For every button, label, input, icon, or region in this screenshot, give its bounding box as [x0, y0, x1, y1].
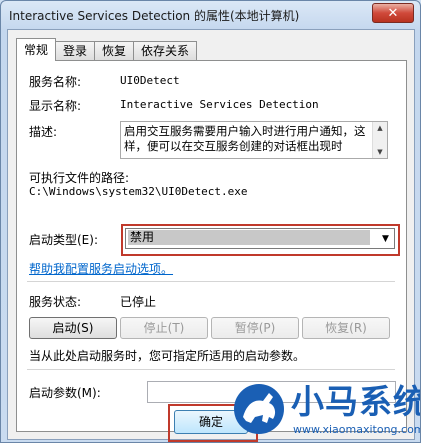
exe-path-label: 可执行文件的路径: — [29, 171, 130, 185]
help-config-link[interactable]: 帮助我配置服务启动选项。 — [29, 260, 173, 277]
chevron-down-icon[interactable]: ▼ — [377, 229, 394, 248]
service-name-value: UI0Detect — [120, 74, 180, 87]
display-name-value: Interactive Services Detection — [120, 98, 319, 111]
properties-window: Interactive Services Detection 的属性(本地计算机… — [0, 0, 421, 443]
tab-logon[interactable]: 登录 — [55, 41, 96, 61]
tab-general[interactable]: 常规 — [16, 38, 57, 61]
close-icon: ✕ — [387, 5, 399, 21]
description-label: 描述: — [29, 125, 58, 139]
title-bar[interactable]: Interactive Services Detection 的属性(本地计算机… — [1, 1, 420, 29]
display-name-label: 显示名称: — [29, 99, 82, 113]
service-status-label: 服务状态: — [29, 295, 82, 309]
start-params-label: 启动参数(M): — [29, 386, 101, 400]
brand-watermark: 小马系统 www.xiaomaxitong.com — [229, 373, 421, 442]
brand-url: www.xiaomaxitong.com — [293, 423, 421, 436]
service-name-label: 服务名称: — [29, 75, 82, 89]
start-params-hint: 当从此处启动服务时，您可指定所适用的启动参数。 — [29, 349, 306, 363]
resume-button[interactable]: 恢复(R) — [302, 317, 390, 339]
window-title: Interactive Services Detection 的属性(本地计算机… — [9, 9, 300, 23]
scroll-up-icon[interactable]: ▲ — [373, 122, 387, 134]
exe-path-value: C:\Windows\system32\UI0Detect.exe — [29, 185, 248, 198]
tab-recovery[interactable]: 恢复 — [94, 41, 135, 61]
description-scrollbar[interactable]: ▲ ▼ — [372, 122, 387, 158]
scroll-down-icon[interactable]: ▼ — [373, 146, 387, 158]
divider-bottom — [27, 369, 395, 370]
pause-button[interactable]: 暂停(P) — [211, 317, 299, 339]
service-status-value: 已停止 — [120, 295, 157, 309]
brand-name: 小马系统 — [291, 382, 421, 421]
stop-button[interactable]: 停止(T) — [120, 317, 208, 339]
start-button[interactable]: 启动(S) — [29, 317, 117, 339]
tab-dependencies[interactable]: 依存关系 — [133, 41, 198, 61]
description-text: 启用交互服务需要用户输入时进行用户通知，这样，便可以在交互服务创建的对话框出现时 — [124, 124, 366, 153]
divider-top — [27, 281, 395, 282]
startup-type-select[interactable]: 禁用 ▼ — [125, 228, 395, 249]
close-button[interactable]: ✕ — [372, 3, 414, 23]
startup-type-value: 禁用 — [128, 230, 370, 245]
description-box[interactable]: 启用交互服务需要用户输入时进行用户通知，这样，便可以在交互服务创建的对话框出现时… — [120, 121, 388, 159]
tab-strip: 常规 登录 恢复 依存关系 — [16, 38, 198, 61]
startup-type-label: 启动类型(E): — [29, 233, 98, 247]
